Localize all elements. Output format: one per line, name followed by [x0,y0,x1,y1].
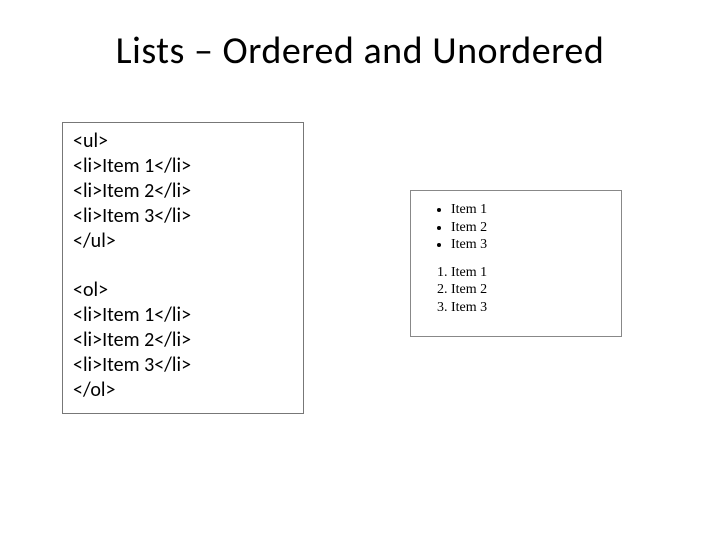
code-line: <ul> [73,129,293,154]
list-item: Item 3 [451,236,611,254]
list-item: Item 2 [451,281,611,299]
unordered-list: Item 1 Item 2 Item 3 [421,201,611,254]
code-line: </ul> [73,229,293,254]
slide: Lists – Ordered and Unordered <ul> <li>I… [0,0,720,540]
rendered-output-box: Item 1 Item 2 Item 3 Item 1 Item 2 Item … [410,190,622,337]
code-line: <li>Item 3</li> [73,353,293,378]
code-example-box: <ul> <li>Item 1</li> <li>Item 2</li> <li… [62,122,304,414]
code-line: <li>Item 1</li> [73,154,293,179]
code-line: <ol> [73,278,293,303]
code-line: <li>Item 3</li> [73,204,293,229]
list-item: Item 1 [451,201,611,219]
code-line: <li>Item 1</li> [73,303,293,328]
code-line: </ol> [73,378,293,403]
code-line: <li>Item 2</li> [73,179,293,204]
ordered-list: Item 1 Item 2 Item 3 [421,264,611,317]
list-item: Item 2 [451,219,611,237]
slide-title: Lists – Ordered and Unordered [0,28,720,74]
list-item: Item 1 [451,264,611,282]
list-item: Item 3 [451,299,611,317]
code-line: <li>Item 2</li> [73,328,293,353]
spacer [73,254,293,278]
